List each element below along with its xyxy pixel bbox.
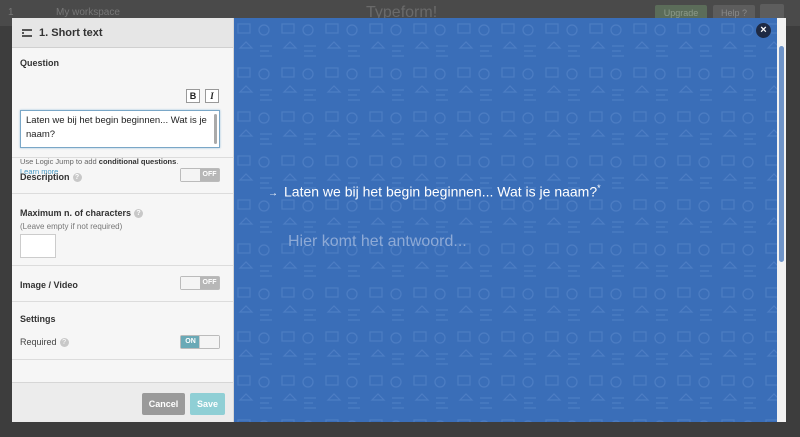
editor-header: 1. Short text <box>12 18 233 48</box>
question-textarea[interactable]: Laten we bij het begin beginnen... Wat i… <box>20 110 220 148</box>
settings-label: Settings <box>20 314 56 324</box>
required-label: Required <box>20 337 57 347</box>
close-icon[interactable]: × <box>756 23 771 38</box>
help-icon[interactable]: ? <box>59 338 69 348</box>
image-video-section: Image / Video OFF <box>12 266 233 302</box>
answer-placeholder[interactable]: Hier komt het antwoord... <box>288 233 467 251</box>
help-icon[interactable]: ? <box>72 173 82 183</box>
short-text-icon <box>22 28 32 37</box>
question-label: Question <box>20 58 60 68</box>
question-text: Laten we bij het begin beginnen... Wat i… <box>26 115 207 140</box>
textarea-scrollbar[interactable] <box>214 114 217 144</box>
toggle-state: ON <box>181 336 200 348</box>
toggle-knob <box>199 336 219 348</box>
description-section: Description? OFF <box>12 158 233 194</box>
workspace-name: My workspace <box>56 7 120 18</box>
help-icon[interactable]: ? <box>134 209 144 219</box>
cancel-button[interactable]: Cancel <box>142 393 185 415</box>
workspace-count: 1 <box>8 7 14 18</box>
description-label: Description <box>20 172 70 182</box>
preview-scrollbar[interactable] <box>779 46 784 262</box>
question-editor-modal: 1. Short text Question B I Laten we bij … <box>12 18 786 422</box>
max-chars-input[interactable] <box>20 234 56 258</box>
question-section: Question B I Laten we bij het begin begi… <box>12 48 233 176</box>
toggle-state: OFF <box>200 169 219 181</box>
max-chars-hint: (Leave empty if not required) <box>20 222 123 231</box>
max-chars-label-row: Maximum n. of characters? <box>20 208 144 219</box>
toggle-state: OFF <box>200 277 219 289</box>
bold-button[interactable]: B <box>186 89 200 103</box>
editor-panel: 1. Short text Question B I Laten we bij … <box>12 18 234 422</box>
question-type-title: 1. Short text <box>39 26 103 39</box>
form-preview: × → Laten we bij het begin beginnen... W… <box>234 18 786 422</box>
image-video-toggle[interactable]: OFF <box>180 276 220 290</box>
max-chars-label: Maximum n. of characters <box>20 208 132 218</box>
background-pattern <box>234 18 786 422</box>
settings-section: Settings Required? ON <box>12 302 233 360</box>
save-button[interactable]: Save <box>190 393 225 415</box>
description-label-row: Description? <box>20 172 82 183</box>
required-asterisk: * <box>597 183 601 193</box>
italic-button[interactable]: I <box>205 89 219 103</box>
required-label-row: Required? <box>20 337 69 348</box>
editor-footer: Cancel Save <box>12 382 233 422</box>
question-arrow-icon: → <box>268 188 278 199</box>
image-video-label: Image / Video <box>20 280 78 290</box>
preview-question-text: Laten we bij het begin beginnen... Wat i… <box>284 183 598 200</box>
preview-question: Laten we bij het begin beginnen... Wat i… <box>284 183 601 200</box>
toggle-knob <box>181 277 201 289</box>
toggle-knob <box>181 169 201 181</box>
required-toggle[interactable]: ON <box>180 335 220 349</box>
max-characters-section: Maximum n. of characters? (Leave empty i… <box>12 194 233 266</box>
description-toggle[interactable]: OFF <box>180 168 220 182</box>
